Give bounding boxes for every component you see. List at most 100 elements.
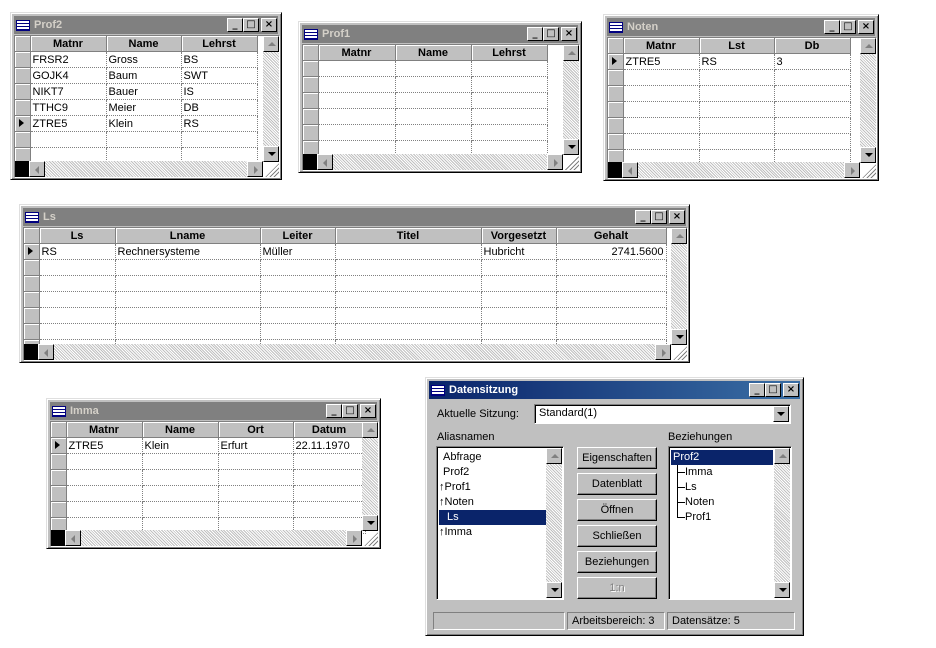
noten-window[interactable]: Noten _ □ × Matnr Lst Db ZTRE5 RS 3: [603, 14, 879, 181]
table-row[interactable]: [24, 291, 667, 308]
minimize-button[interactable]: _: [527, 27, 543, 41]
cell[interactable]: [774, 133, 851, 150]
row-selector[interactable]: [15, 67, 31, 84]
relations-tree[interactable]: Prof2 Imma Ls Noten Prof1: [668, 446, 792, 600]
cell[interactable]: [39, 259, 116, 276]
scroll-right-button[interactable]: [247, 161, 263, 177]
cell[interactable]: [318, 108, 396, 125]
minimize-button[interactable]: _: [635, 210, 651, 224]
cell[interactable]: [293, 501, 366, 518]
cell[interactable]: Klein: [142, 437, 219, 454]
column-header[interactable]: Matnr: [623, 38, 700, 54]
cell[interactable]: [66, 485, 143, 502]
cell[interactable]: ZTRE5: [623, 53, 700, 70]
vertical-scrollbar[interactable]: [362, 422, 378, 531]
close-button[interactable]: ×: [261, 18, 277, 32]
cell[interactable]: [260, 291, 336, 308]
datensitzung-window[interactable]: Datensitzung _ □ × Aktuelle Sitzung: Sta…: [425, 377, 804, 636]
table-row[interactable]: ZTRE5 Klein Erfurt 22.11.1970: [51, 437, 366, 454]
cell[interactable]: Bauer: [106, 83, 182, 100]
scroll-up-button[interactable]: [546, 448, 562, 464]
cell[interactable]: [481, 323, 557, 340]
scroll-up-button[interactable]: [671, 228, 687, 244]
table-row[interactable]: [24, 307, 667, 324]
close-table-button[interactable]: Schließen: [577, 525, 657, 547]
cell[interactable]: [699, 85, 775, 102]
cell[interactable]: Klein: [106, 115, 182, 132]
column-header[interactable]: Lname: [115, 228, 261, 244]
column-header[interactable]: Matnr: [30, 36, 107, 52]
cell[interactable]: ZTRE5: [66, 437, 143, 454]
row-selector[interactable]: [51, 469, 67, 486]
record-navigator[interactable]: [608, 162, 622, 178]
row-selector[interactable]: [15, 83, 31, 100]
table-row[interactable]: [303, 76, 548, 93]
scroll-left-button[interactable]: [38, 344, 54, 360]
table-row[interactable]: [51, 485, 366, 502]
cell[interactable]: [142, 485, 219, 502]
cell[interactable]: [218, 485, 294, 502]
cell[interactable]: [39, 323, 116, 340]
row-selector[interactable]: [608, 101, 624, 118]
cell[interactable]: GOJK4: [30, 67, 107, 84]
open-button[interactable]: Öffnen: [577, 499, 657, 521]
scroll-up-button[interactable]: [263, 36, 279, 52]
horizontal-scrollbar[interactable]: [622, 162, 860, 178]
cell[interactable]: SWT: [181, 67, 258, 84]
cell[interactable]: [39, 275, 116, 292]
cell[interactable]: [699, 117, 775, 134]
row-selector[interactable]: [608, 117, 624, 134]
record-navigator[interactable]: [303, 154, 317, 170]
scroll-left-button[interactable]: [622, 162, 638, 178]
column-header[interactable]: Matnr: [318, 45, 396, 61]
close-button[interactable]: ×: [783, 383, 799, 397]
resize-grip-icon[interactable]: [862, 164, 876, 178]
list-item[interactable]: Prof2: [439, 465, 547, 480]
minimize-button[interactable]: _: [749, 383, 765, 397]
cell[interactable]: Meier: [106, 99, 182, 116]
row-selector[interactable]: [303, 76, 319, 93]
scroll-down-button[interactable]: [263, 146, 279, 162]
row-selector[interactable]: [15, 115, 31, 132]
cell[interactable]: RS: [181, 115, 258, 132]
scroll-right-button[interactable]: [346, 530, 362, 546]
session-combobox[interactable]: Standard(1): [534, 404, 791, 424]
resize-grip-icon[interactable]: [673, 346, 687, 360]
cell[interactable]: [218, 501, 294, 518]
cell[interactable]: Rechnersysteme: [115, 243, 261, 260]
row-selector[interactable]: [15, 99, 31, 116]
ls-window[interactable]: Ls _ □ × Ls Lname Leiter Titel Vorgesetz…: [19, 204, 690, 363]
scroll-up-button[interactable]: [362, 422, 378, 438]
horizontal-scrollbar[interactable]: [317, 154, 563, 170]
cell[interactable]: [318, 124, 396, 141]
cell[interactable]: Müller: [260, 243, 336, 260]
imma-window[interactable]: Imma _ □ × Matnr Name Ort Datum ZTRE5 Kle…: [46, 398, 381, 549]
cell[interactable]: ZTRE5: [30, 115, 107, 132]
table-row[interactable]: [608, 101, 851, 118]
cell[interactable]: [623, 85, 700, 102]
column-header[interactable]: Lehrst: [471, 45, 548, 61]
column-header[interactable]: Db: [774, 38, 851, 54]
row-selector[interactable]: [24, 323, 40, 340]
cell[interactable]: [318, 60, 396, 77]
resize-grip-icon[interactable]: [265, 163, 279, 177]
properties-button[interactable]: Eigenschaften: [577, 447, 657, 469]
cell[interactable]: [395, 92, 472, 109]
close-button[interactable]: ×: [360, 404, 376, 418]
cell[interactable]: [471, 76, 548, 93]
cell[interactable]: [66, 453, 143, 470]
cell[interactable]: BS: [181, 51, 258, 68]
one-to-many-button[interactable]: 1:n: [577, 577, 657, 599]
record-navigator[interactable]: [24, 344, 38, 360]
cell[interactable]: [39, 307, 116, 324]
row-selector[interactable]: [608, 85, 624, 102]
vertical-scrollbar[interactable]: [860, 38, 876, 163]
scroll-right-button[interactable]: [655, 344, 671, 360]
cell[interactable]: [260, 323, 336, 340]
cell[interactable]: [142, 453, 219, 470]
noten-titlebar[interactable]: Noten _ □ ×: [607, 18, 875, 36]
cell[interactable]: [556, 275, 667, 292]
prof2-window[interactable]: Prof2 _ □ × Matnr Name Lehrst FRSR2 Gross…: [10, 12, 282, 180]
column-header[interactable]: Ort: [218, 422, 294, 438]
cell[interactable]: [623, 133, 700, 150]
